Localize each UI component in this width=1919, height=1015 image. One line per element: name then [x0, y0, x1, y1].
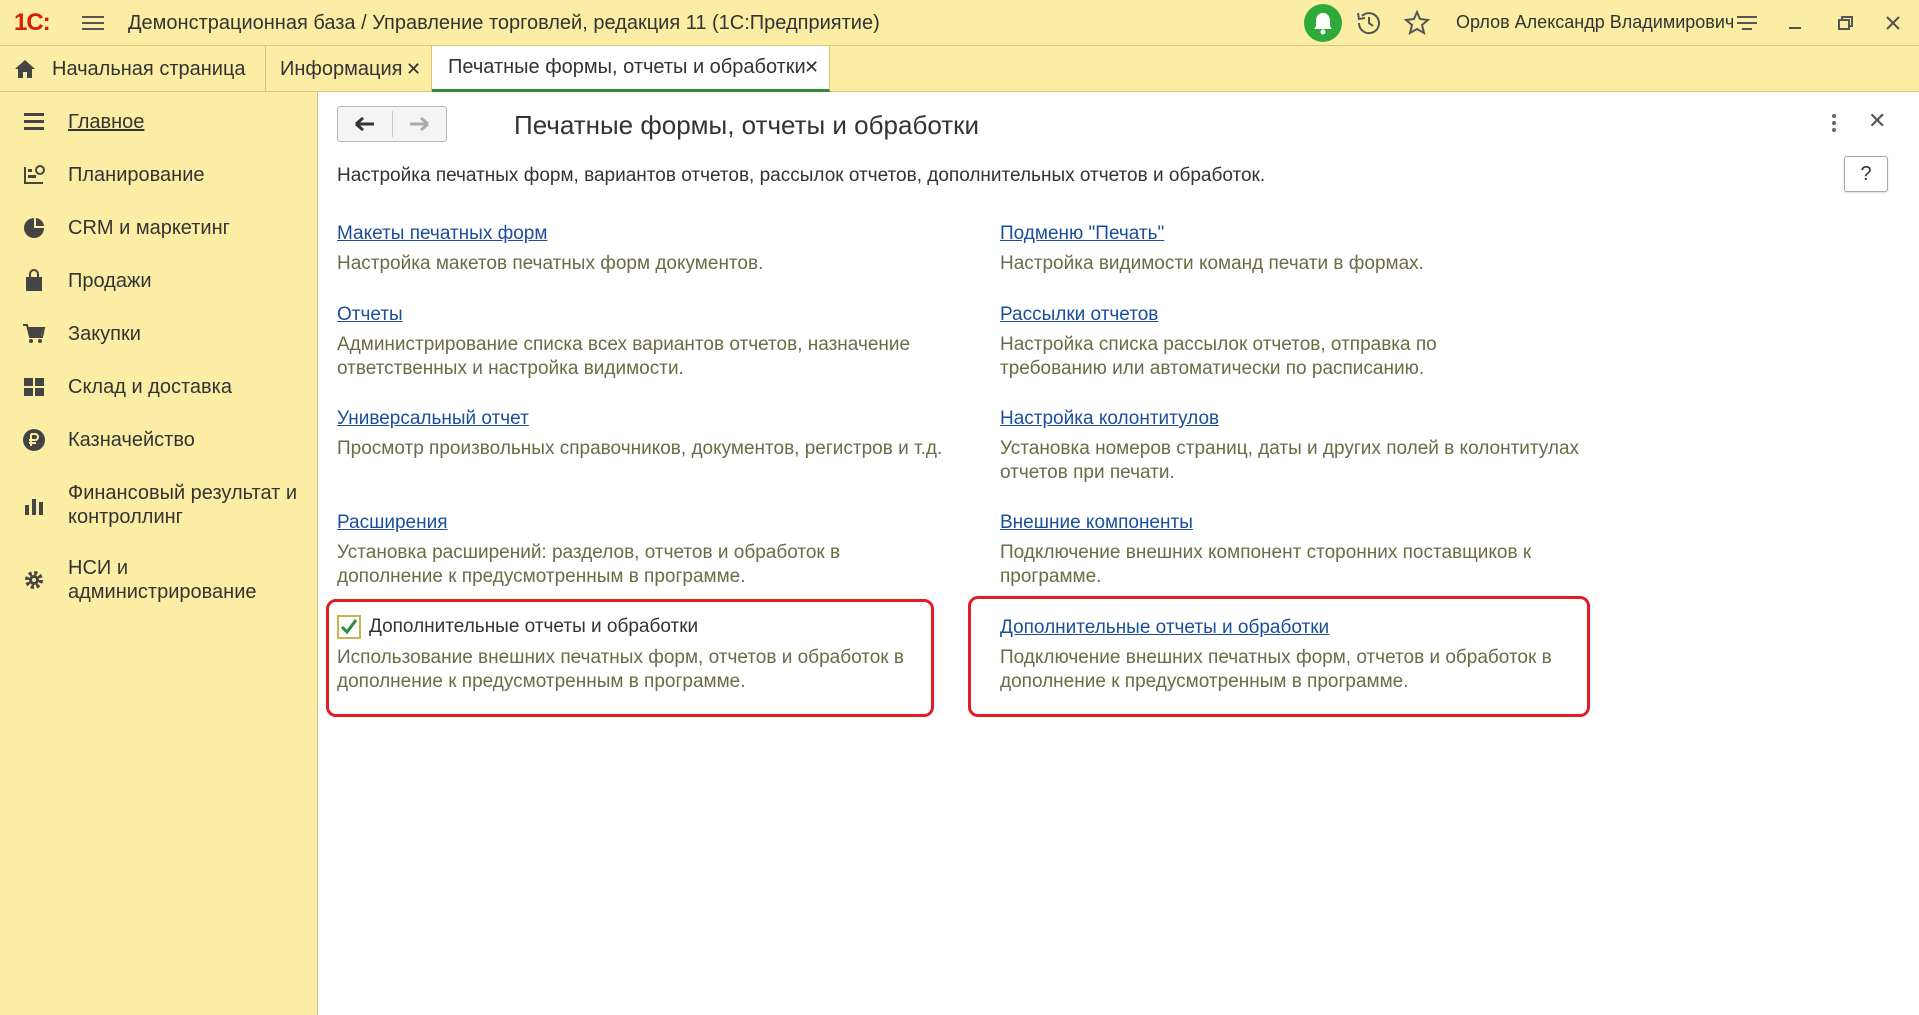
- notifications-bell-icon[interactable]: [1304, 4, 1342, 42]
- sections-sidebar: Главное Планирование CRM и маркетинг Про…: [0, 92, 318, 1015]
- sidebar-item-crm[interactable]: CRM и маркетинг: [0, 214, 317, 242]
- sidebar-item-sales[interactable]: Продажи: [0, 267, 317, 295]
- arrow-left-icon: [355, 116, 374, 132]
- menu-icon: [24, 113, 44, 130]
- planning-icon: [24, 165, 45, 184]
- forward-button[interactable]: [393, 107, 447, 141]
- headers-footers-link[interactable]: Настройка колонтитулов: [1000, 407, 1219, 431]
- tab-information[interactable]: Информация ✕: [266, 46, 432, 92]
- entry-reports: Отчеты Администрирование списка всех вар…: [337, 303, 957, 381]
- pie-chart-icon: [24, 218, 44, 238]
- sidebar-item-label: Закупки: [68, 323, 141, 345]
- extensions-link[interactable]: Расширения: [337, 511, 448, 535]
- checkmark-icon: [340, 619, 358, 635]
- entry-description: Просмотр произвольных справочников, доку…: [337, 438, 943, 459]
- settings-menu-icon[interactable]: [1732, 8, 1762, 38]
- entry-description: Настройка видимости команд печати в форм…: [1000, 253, 1424, 274]
- sidebar-item-label: CRM и маркетинг: [68, 217, 230, 239]
- sidebar-item-label: Главное: [68, 111, 145, 133]
- app-title: Демонстрационная база / Управление торго…: [128, 12, 880, 34]
- page-title: Печатные формы, отчеты и обработки: [514, 110, 980, 140]
- sidebar-item-label: Склад и доставка: [68, 376, 232, 398]
- sidebar-item-administration[interactable]: НСИ и администрирование: [0, 554, 317, 608]
- entry-description: Использование внешних печатных форм, отч…: [337, 647, 904, 692]
- sidebar-item-financial-result[interactable]: Финансовый результат и контроллинг: [0, 479, 317, 533]
- sidebar-item-purchases[interactable]: Закупки: [0, 320, 317, 348]
- entry-description: Администрирование списка всех вариантов …: [337, 334, 911, 379]
- sidebar-item-main[interactable]: Главное: [0, 108, 317, 136]
- restore-window-icon[interactable]: [1830, 8, 1860, 38]
- main-menu-icon[interactable]: [80, 12, 106, 34]
- entry-description: Установка номеров страниц, даты и других…: [1000, 438, 1580, 483]
- external-components-link[interactable]: Внешние компоненты: [1000, 511, 1193, 535]
- close-window-icon[interactable]: [1878, 8, 1908, 38]
- warehouse-icon: [24, 378, 44, 396]
- more-actions-icon[interactable]: [1826, 110, 1842, 136]
- sidebar-item-label: Планирование: [68, 164, 205, 186]
- back-button[interactable]: [338, 107, 392, 141]
- sidebar-item-label: НСИ и администрирование: [68, 557, 257, 603]
- entry-headers-footers: Настройка колонтитулов Установка номеров…: [1000, 407, 1620, 485]
- additional-reports-link[interactable]: Дополнительные отчеты и обработки: [1000, 616, 1329, 640]
- entry-print-templates: Макеты печатных форм Настройка макетов п…: [337, 222, 957, 276]
- close-form-icon[interactable]: ✕: [1868, 108, 1886, 134]
- favorites-star-icon[interactable]: [1402, 8, 1432, 38]
- tabs-bar: Начальная страница Информация ✕ Печатные…: [0, 46, 1919, 92]
- print-templates-link[interactable]: Макеты печатных форм: [337, 222, 547, 246]
- history-icon[interactable]: [1354, 8, 1384, 38]
- title-bar: 1С: Демонстрационная база / Управление т…: [0, 0, 1919, 46]
- entry-report-mailings: Рассылки отчетов Настройка списка рассыл…: [1000, 303, 1470, 381]
- close-tab-icon[interactable]: ✕: [406, 46, 421, 92]
- minimize-icon[interactable]: [1780, 8, 1810, 38]
- cart-icon: [23, 324, 46, 343]
- entry-description: Настройка списка рассылок отчетов, отпра…: [1000, 334, 1437, 379]
- help-button[interactable]: ?: [1844, 156, 1888, 192]
- tab-label: Начальная страница: [52, 58, 246, 80]
- gear-icon: [25, 571, 43, 589]
- arrow-right-icon: [410, 116, 429, 132]
- entry-description: Установка расширений: разделов, отчетов …: [337, 542, 841, 587]
- tab-print-forms[interactable]: Печатные формы, отчеты и обработки ✕: [432, 46, 830, 92]
- universal-report-link[interactable]: Универсальный отчет: [337, 407, 529, 431]
- ruble-icon: [23, 429, 45, 451]
- entry-external-components: Внешние компоненты Подключение внешних к…: [1000, 511, 1580, 589]
- form-description: Настройка печатных форм, вариантов отчет…: [337, 165, 1266, 186]
- additional-reports-checkbox-label[interactable]: Дополнительные отчеты и обработки: [369, 616, 698, 638]
- close-tab-icon[interactable]: ✕: [804, 46, 819, 89]
- tab-label: Печатные формы, отчеты и обработки: [448, 56, 806, 78]
- print-submenu-link[interactable]: Подменю "Печать": [1000, 222, 1164, 246]
- sidebar-item-label: Финансовый результат и контроллинг: [68, 482, 298, 528]
- user-name[interactable]: Орлов Александр Владимирович: [1456, 12, 1734, 33]
- tab-home[interactable]: Начальная страница: [0, 46, 266, 92]
- sidebar-item-warehouse[interactable]: Склад и доставка: [0, 373, 317, 401]
- reports-link[interactable]: Отчеты: [337, 303, 403, 327]
- entry-description: Настройка макетов печатных форм документ…: [337, 253, 764, 274]
- sidebar-item-planning[interactable]: Планирование: [0, 161, 317, 189]
- entry-description: Подключение внешних печатных форм, отчет…: [1000, 647, 1552, 692]
- entry-description: Подключение внешних компонент сторонних …: [1000, 542, 1532, 587]
- sidebar-item-label: Продажи: [68, 270, 152, 292]
- app-logo[interactable]: 1С:: [14, 10, 51, 36]
- entry-additional-reports-toggle: Дополнительные отчеты и обработки Исполь…: [337, 612, 927, 694]
- sidebar-item-label: Казначейство: [68, 429, 195, 451]
- home-icon: [15, 60, 35, 78]
- bar-chart-icon: [25, 499, 43, 515]
- entry-universal-report: Универсальный отчет Просмотр произвольны…: [337, 407, 977, 461]
- sidebar-item-treasury[interactable]: Казначейство: [0, 426, 317, 454]
- additional-reports-checkbox[interactable]: [337, 615, 361, 639]
- shopping-bag-icon: [26, 269, 42, 291]
- tab-label: Информация: [280, 58, 403, 80]
- navigation-buttons: [337, 106, 447, 142]
- entry-extensions: Расширения Установка расширений: раздело…: [337, 511, 897, 589]
- report-mailings-link[interactable]: Рассылки отчетов: [1000, 303, 1158, 327]
- entry-additional-reports-link: Дополнительные отчеты и обработки Подклю…: [1000, 616, 1590, 694]
- entry-print-submenu: Подменю "Печать" Настройка видимости ком…: [1000, 222, 1620, 276]
